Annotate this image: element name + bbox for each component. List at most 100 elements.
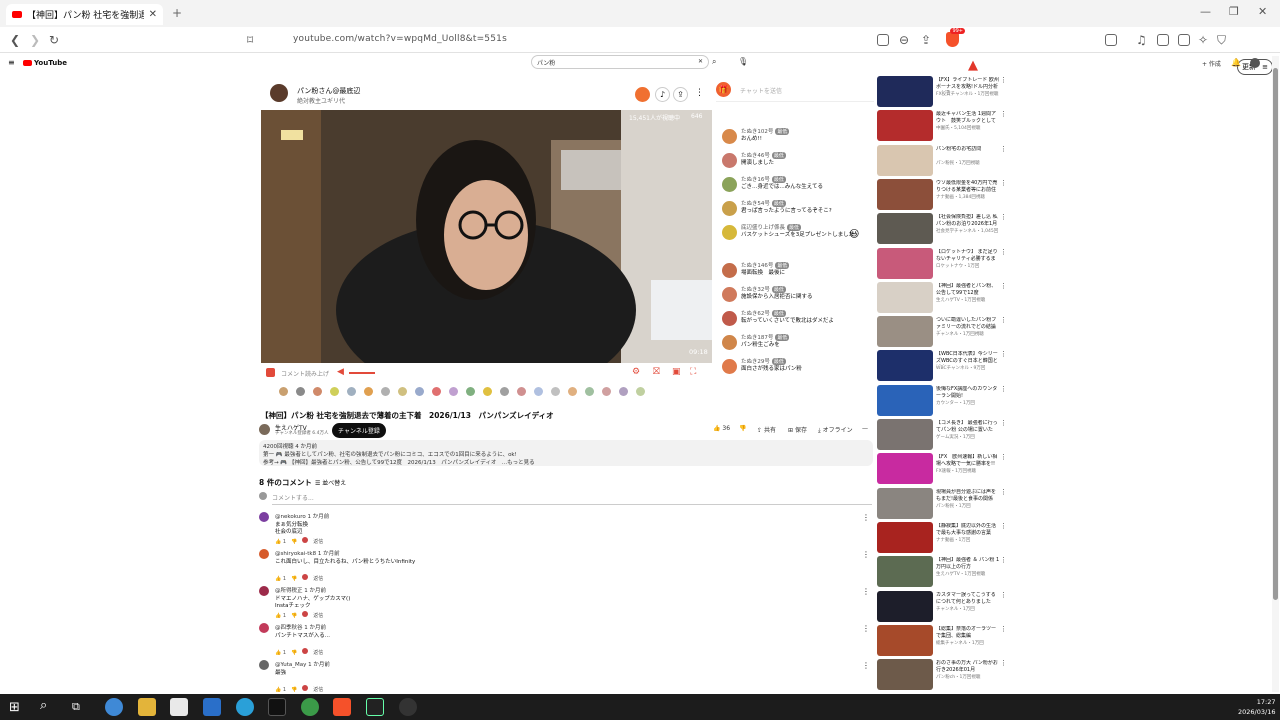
notifications-icon[interactable]: 🔔 — [1231, 58, 1241, 67]
recommended-menu-icon[interactable]: ⋮ — [1000, 76, 1007, 84]
video-thumbnail[interactable] — [877, 659, 933, 691]
search-input[interactable]: パン粉 ✕ — [531, 55, 709, 69]
zoom-icon[interactable]: ⊖ — [899, 33, 909, 47]
video-thumbnail[interactable] — [877, 384, 933, 416]
recommended-title[interactable]: 【神回】最強者とパン粉、公告して99で12度 2026/1/13 — [936, 283, 1000, 297]
recommended-video[interactable]: 現場員が自分遊ぶには声をもまだ!最後と食事の関係 パン粉民・1万回 ⋮ — [877, 487, 1007, 519]
recommended-title[interactable]: おのさ事の万大 パン粉がお行き2026年01月 — [936, 660, 1000, 674]
video-thumbnail[interactable] — [877, 281, 933, 313]
recommended-video[interactable]: 【FX】ライブトレード 欧州ボーナスを攻略!ドル円分析&実況FX投資チャンネル・… — [877, 76, 1007, 107]
brave-shields-icon[interactable]: 99+ — [946, 28, 965, 47]
recommended-menu-icon[interactable]: ⋮ — [1000, 453, 1007, 461]
minimize-icon[interactable]: — — [1200, 5, 1211, 18]
chat-author[interactable]: たぬき46号 最低 — [741, 151, 786, 159]
reaction-emoji-icon[interactable] — [483, 387, 492, 396]
vpn-icon[interactable]: ⛉ — [1217, 33, 1226, 48]
video-frame[interactable]: 15,451人が視聴中 646 09:18 — [261, 110, 712, 363]
comment-avatar[interactable] — [259, 660, 269, 670]
recommended-menu-icon[interactable]: ⋮ — [1000, 488, 1007, 496]
recommended-video[interactable]: 【静寂集】底辺以外の生活で最も大事な感謝の言葉 ナナ動画・1万回 ⋮ — [877, 521, 1007, 553]
recommended-title[interactable]: 【FX 欧州速報】新しい相場へ攻略で一気に勝率を!! — [936, 454, 1000, 468]
chat-message[interactable]: たぬき16号 最低 ごき…身近では...みんな生えてる — [722, 175, 870, 197]
gift-icon[interactable]: 🎁 — [716, 82, 731, 97]
fullscreen-icon[interactable]: ⛶ — [690, 367, 696, 377]
chat-author[interactable]: 底辺盛り上げ係長 最低 — [741, 223, 802, 231]
comment-menu-icon[interactable]: ⋮ — [862, 513, 870, 522]
recommended-title[interactable]: ウソ最低限金を40万円で売りつける某業者等にお前住んでる — [936, 180, 1000, 194]
recommended-video[interactable]: 【FX 欧州速報】新しい相場へ攻略で一気に勝率を!! FX速報・1万回視聴 ⋮ — [877, 453, 1007, 485]
chat-author[interactable]: たぬき29号 最低 — [741, 357, 786, 365]
reply-button[interactable]: 返信 — [313, 650, 323, 656]
comment-avatar[interactable] — [259, 586, 269, 596]
forward-icon[interactable]: ❯ — [30, 33, 40, 47]
comment-actions[interactable]: 👍 1 👎 返信 — [275, 537, 323, 545]
video-thumbnail[interactable] — [877, 247, 933, 279]
volume-slider[interactable] — [349, 372, 375, 374]
recommended-menu-icon[interactable]: ⋮ — [1000, 145, 1007, 153]
video-thumbnail[interactable] — [877, 350, 933, 382]
settings-icon[interactable]: ⚙ — [632, 367, 640, 377]
subscribe-button[interactable]: チャンネル登録 — [332, 423, 386, 438]
recommended-video[interactable]: 後悔なFX講座へのカウンターラン開始! カウンター・1万回 ⋮ — [877, 384, 1007, 416]
save-button[interactable]: ⊞ 保存 — [788, 425, 807, 434]
recommended-video[interactable]: ついに勘違いしたパン粉ファミリーの流れでどの結論がチャンネル・1万回視聴 ⋮ — [877, 316, 1007, 348]
recommended-video[interactable]: 【総集】奈落のオーラツーで集団、総集編 総集チャンネル・1万回 ⋮ — [877, 624, 1007, 656]
volume-icon[interactable]: ◀ — [337, 367, 344, 377]
reaction-emoji-icon[interactable] — [381, 387, 390, 396]
share-icon[interactable]: ⇪ — [921, 33, 931, 47]
mic-icon[interactable]: 🎙 — [738, 57, 748, 66]
comment-avatar[interactable] — [259, 623, 269, 633]
recommended-title[interactable]: 現場員が自分遊ぶには声をもまだ!最後と食事の関係 — [936, 489, 1000, 503]
new-tab-icon[interactable]: + — [172, 6, 182, 20]
tiktok-icon[interactable] — [268, 698, 286, 716]
page-scrollbar-thumb[interactable] — [1273, 68, 1278, 600]
recommended-title[interactable]: 最近キャバン生活 1週間アウト 鼓笑ブルックとしてはバター — [936, 111, 1000, 125]
recommended-video[interactable]: おのさ事の万大 パン粉がお行き2026年01月 パン粉ch・1万回視聴 ⋮ — [877, 659, 1007, 691]
chat-author[interactable]: たぬき62号 最低 — [741, 309, 786, 317]
recommended-menu-icon[interactable]: ⋮ — [1000, 659, 1007, 667]
wallet-icon[interactable] — [1178, 34, 1190, 46]
recommended-title[interactable]: 【総集】奈落のオーラツーで集団、総集編 — [936, 626, 1000, 640]
reload-icon[interactable]: ↻ — [49, 33, 59, 47]
recommended-title[interactable]: 【コメ長き】 最強者に行ってパン粉 公の場に置いた — [936, 420, 1000, 434]
url-field[interactable]: youtube.com/watch?v=wpqMd_Uoll8&t=551s — [293, 34, 507, 44]
comment-avatar[interactable] — [259, 549, 269, 559]
offline-button[interactable]: ⤓ オフライン — [818, 425, 853, 435]
comment-author[interactable]: @四季秋谷 1 か月前 — [275, 623, 326, 631]
chat-message[interactable]: たぬき102号 最低 おんめ!! — [722, 127, 870, 149]
video-thumbnail[interactable] — [877, 419, 933, 450]
reaction-emoji-icon[interactable] — [534, 387, 543, 396]
share-button[interactable]: ⇪ 共有 — [757, 425, 776, 434]
chat-message[interactable]: たぬき54号 最低 君っぱ言ったように言ってるぞそこ? — [722, 199, 870, 221]
copilot-icon[interactable] — [105, 698, 123, 716]
reaction-emoji-icon[interactable] — [602, 387, 611, 396]
music-icon[interactable]: ♫ — [1136, 33, 1147, 47]
chat-message[interactable]: たぬき29号 最低 面白さが残る家はパン粉 — [722, 357, 870, 379]
recommended-title[interactable]: 【WBC日本代表】今シリーズWBCのすぐ日本と韓国と試合 — [936, 351, 1000, 365]
comment-avatar[interactable] — [259, 512, 269, 522]
reaction-emoji-icon[interactable] — [364, 387, 373, 396]
recommended-title[interactable]: 【ロケットナウ】 まだ足りないチャリティ必勝するまで! — [936, 249, 1000, 263]
sidebar-icon[interactable] — [1105, 34, 1117, 46]
recommended-video[interactable]: 最近キャバン生活 1週間アウト 鼓笑ブルックとしてはバター中園氏・5,104回視… — [877, 110, 1007, 142]
file-explorer-icon[interactable] — [138, 698, 156, 716]
reply-button[interactable]: 返信 — [313, 576, 323, 582]
reaction-emoji-icon[interactable] — [551, 387, 560, 396]
dislike-icon[interactable]: 👎 — [739, 425, 746, 432]
brave-rewards-icon[interactable]: ▲ — [968, 58, 978, 73]
reaction-emoji-icon[interactable] — [279, 387, 288, 396]
recommended-video[interactable]: 【コメ長き】 最強者に行ってパン粉 公の場に置いた ゲーム実況・1万回 ⋮ — [877, 419, 1007, 450]
like-button[interactable]: 👍 36 — [713, 425, 730, 432]
reaction-emoji-icon[interactable] — [449, 387, 458, 396]
chat-input[interactable]: チャットを送信 — [740, 86, 782, 95]
hamburger-icon[interactable]: ≡ — [8, 58, 15, 67]
video-thumbnail[interactable] — [877, 556, 933, 588]
video-thumbnail[interactable] — [877, 144, 933, 176]
account-avatar[interactable] — [1250, 58, 1260, 68]
extensions-icon[interactable]: ✧ — [1198, 33, 1208, 47]
uploader-avatar[interactable] — [259, 424, 270, 435]
video-thumbnail[interactable] — [877, 487, 933, 519]
comment-actions[interactable]: 👍 1 👎 返信 — [275, 611, 323, 619]
recommended-menu-icon[interactable]: ⋮ — [1000, 522, 1007, 530]
recommended-menu-icon[interactable]: ⋮ — [1000, 248, 1007, 256]
